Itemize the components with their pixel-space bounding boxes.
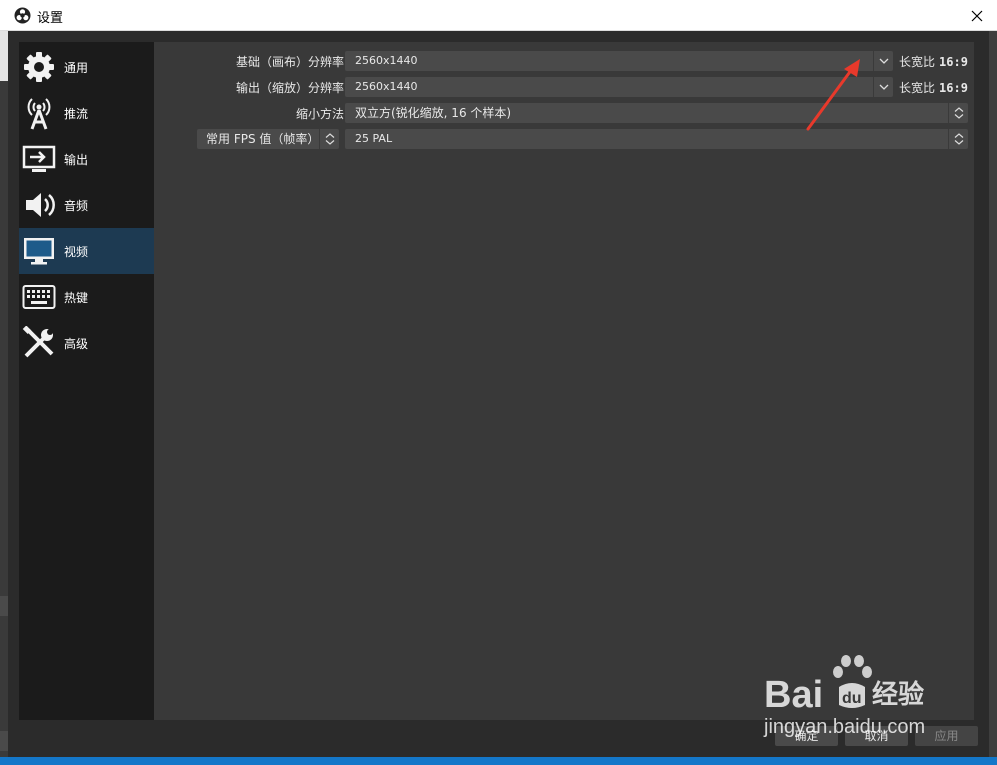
sidebar-item-label: 音频 bbox=[64, 198, 89, 213]
sidebar-item-stream[interactable]: 推流 bbox=[19, 90, 154, 136]
settings-dialog: 通用 推流 输出 音频 视频 热键 高级 基础（画布）分辨率 2560x1440… bbox=[8, 31, 989, 758]
watermark-brand-suffix: 经验 bbox=[872, 679, 924, 710]
downscale-filter-select[interactable]: 双立方(锐化缩放, 16 个样本) bbox=[345, 103, 968, 123]
up-down-chevron-icon[interactable] bbox=[948, 129, 968, 149]
downscale-filter-label: 缩小方法 bbox=[295, 107, 344, 121]
close-icon bbox=[971, 10, 983, 21]
sidebar-item-label: 通用 bbox=[64, 60, 89, 75]
close-button[interactable] bbox=[957, 0, 997, 31]
up-down-chevron-icon[interactable] bbox=[948, 103, 968, 123]
title-bar: 设置 bbox=[0, 0, 997, 31]
broadcast-antenna-icon bbox=[22, 96, 56, 130]
sidebar-item-label: 热键 bbox=[64, 290, 89, 305]
aspect-ratio-label: 长宽比 bbox=[899, 81, 936, 95]
annotation-arrow-icon bbox=[806, 59, 860, 131]
taskbar-strip bbox=[0, 757, 997, 765]
background-window-strip-top bbox=[0, 31, 8, 81]
base-aspect-ratio: 长宽比 16:9 bbox=[899, 53, 968, 70]
sidebar-item-video[interactable]: 视频 bbox=[19, 228, 154, 274]
background-window-strip-band bbox=[0, 596, 8, 616]
keyboard-icon bbox=[22, 280, 56, 314]
fps-type-value: 常用 FPS 值（帧率） bbox=[206, 132, 320, 146]
chevron-down-icon[interactable] bbox=[873, 77, 893, 97]
watermark-brand: Bai bbox=[764, 674, 823, 716]
monitor-icon bbox=[22, 234, 56, 268]
baidu-jingyan-watermark: Bai du 经验 jingyan.baidu.com bbox=[763, 655, 925, 738]
monitor-output-icon bbox=[22, 142, 56, 176]
sidebar-item-general[interactable]: 通用 bbox=[19, 44, 154, 90]
sidebar-item-label: 视频 bbox=[64, 244, 89, 259]
up-down-chevron-icon[interactable] bbox=[319, 129, 339, 149]
base-resolution-value: 2560x1440 bbox=[355, 54, 418, 67]
fps-value-select[interactable]: 25 PAL bbox=[345, 129, 968, 149]
aspect-ratio-label: 长宽比 bbox=[899, 55, 936, 69]
fps-type-select[interactable]: 常用 FPS 值（帧率） bbox=[197, 129, 339, 149]
video-settings-panel: 基础（画布）分辨率 2560x1440 长宽比 16:9 输出（缩放）分辨率 25… bbox=[154, 42, 974, 720]
sidebar-item-output[interactable]: 输出 bbox=[19, 136, 154, 182]
aspect-ratio-value: 16:9 bbox=[939, 55, 968, 69]
base-resolution-label: 基础（画布）分辨率 bbox=[235, 55, 344, 69]
svg-text:du: du bbox=[842, 690, 862, 707]
gear-icon bbox=[22, 50, 56, 84]
sidebar-item-label: 推流 bbox=[64, 106, 89, 121]
sidebar-item-audio[interactable]: 音频 bbox=[19, 182, 154, 228]
background-window-right-strip bbox=[989, 31, 997, 758]
wrench-screwdriver-icon bbox=[22, 326, 56, 360]
window-title: 设置 bbox=[37, 11, 64, 26]
output-resolution-value: 2560x1440 bbox=[355, 80, 418, 93]
background-window-strip bbox=[0, 31, 8, 765]
settings-sidebar: 通用 推流 输出 音频 视频 热键 高级 bbox=[19, 42, 154, 720]
background-window-strip-band-lower bbox=[0, 731, 8, 751]
fps-value: 25 PAL bbox=[355, 132, 393, 145]
chevron-down-icon[interactable] bbox=[873, 51, 893, 71]
output-resolution-label: 输出（缩放）分辨率 bbox=[235, 81, 344, 95]
sidebar-item-hotkeys[interactable]: 热键 bbox=[19, 274, 154, 320]
output-aspect-ratio: 长宽比 16:9 bbox=[899, 79, 968, 96]
downscale-filter-value: 双立方(锐化缩放, 16 个样本) bbox=[355, 106, 512, 120]
obs-logo-icon bbox=[14, 7, 31, 24]
sidebar-item-label: 输出 bbox=[64, 152, 89, 167]
speaker-icon bbox=[22, 188, 56, 222]
aspect-ratio-value: 16:9 bbox=[939, 81, 968, 95]
watermark-url: jingyan.baidu.com bbox=[763, 716, 925, 738]
sidebar-item-advanced[interactable]: 高级 bbox=[19, 320, 154, 366]
sidebar-item-label: 高级 bbox=[64, 336, 89, 351]
